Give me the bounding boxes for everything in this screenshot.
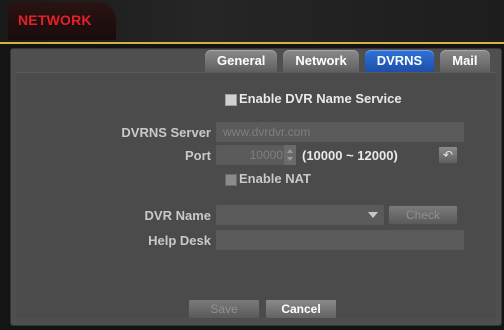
enable-nat-label: Enable NAT [239,171,311,186]
dvr-name-label: DVR Name [144,208,211,223]
save-button[interactable]: Save [188,299,260,319]
reset-icon[interactable]: ↶ [438,146,458,164]
enable-nat-checkbox[interactable] [225,174,237,186]
tab-mail[interactable]: Mail [440,50,490,72]
window-title: NETWORK [18,12,92,28]
port-field[interactable]: 10000 [216,145,290,165]
title-bar: NETWORK [0,0,504,44]
enable-dvrns-label: Enable DVR Name Service [239,91,402,106]
help-desk-label: Help Desk [148,233,211,248]
tab-bar: General Network DVRNS Mail [205,50,490,72]
port-range-label: (10000 ~ 12000) [302,148,398,163]
port-stepper[interactable] [284,145,296,165]
cancel-button[interactable]: Cancel [265,299,337,319]
enable-dvrns-checkbox[interactable] [225,94,237,106]
tab-general[interactable]: General [205,50,278,72]
dvrns-content: Enable DVR Name Service DVRNS Server www… [16,72,496,319]
dvr-name-field[interactable] [216,205,384,225]
dvrns-server-label: DVRNS Server [121,125,211,140]
tab-dvrns[interactable]: DVRNS [364,50,435,72]
check-button[interactable]: Check [388,205,458,225]
tab-network[interactable]: Network [283,50,359,72]
help-desk-field[interactable] [216,230,464,250]
port-label: Port [185,148,211,163]
dvrns-server-field[interactable]: www.dvrdvr.com [216,122,464,142]
dvr-name-dropdown-icon[interactable] [368,212,378,218]
network-settings-window: NETWORK General Network DVRNS Mail Enabl… [0,0,504,330]
